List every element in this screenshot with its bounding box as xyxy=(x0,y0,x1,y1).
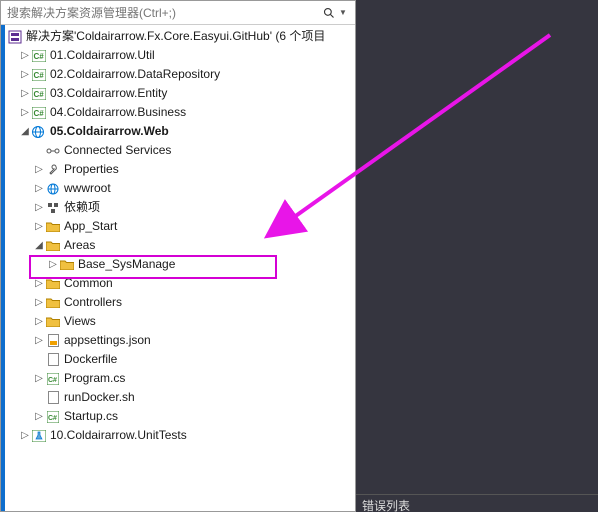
tree-item[interactable]: ▷ wwwroot xyxy=(1,179,355,198)
expand-icon[interactable]: ▷ xyxy=(33,179,45,198)
svg-text:C#: C# xyxy=(48,415,57,422)
expand-icon[interactable]: ▷ xyxy=(33,331,45,350)
item-label: Common xyxy=(64,274,113,293)
tree-item-web[interactable]: ◢ 05.Coldairarrow.Web xyxy=(1,122,355,141)
tree-item[interactable]: ▷ C# 04.Coldairarrow.Business xyxy=(1,103,355,122)
tree-item[interactable]: Connected Services xyxy=(1,141,355,160)
tree-item[interactable]: ▷ C# Startup.cs xyxy=(1,407,355,426)
tree-item-base-sysmanage[interactable]: ▷ Base_SysManage xyxy=(1,255,355,274)
svg-text:C#: C# xyxy=(48,377,57,384)
item-label: Controllers xyxy=(64,293,122,312)
tree-item[interactable]: Dockerfile xyxy=(1,350,355,369)
webproj-icon xyxy=(31,125,47,139)
folder-icon xyxy=(45,220,61,234)
tree-item[interactable]: ▷ C# Program.cs xyxy=(1,369,355,388)
item-label: Startup.cs xyxy=(64,407,118,426)
item-label: App_Start xyxy=(64,217,117,236)
search-bar: ▼ xyxy=(1,1,355,25)
item-label: 依赖项 xyxy=(64,198,100,217)
solution-icon xyxy=(7,30,23,44)
expand-icon[interactable]: ▷ xyxy=(33,217,45,236)
connected-services-icon xyxy=(45,144,61,158)
project-label: 04.Coldairarrow.Business xyxy=(50,103,186,122)
csproj-icon: C# xyxy=(31,106,47,120)
tree-item[interactable]: ▷ App_Start xyxy=(1,217,355,236)
expand-icon[interactable]: ▷ xyxy=(33,274,45,293)
tree-item[interactable]: ▷ C# 03.Coldairarrow.Entity xyxy=(1,84,355,103)
folder-icon xyxy=(45,296,61,310)
expand-icon[interactable]: ▷ xyxy=(33,312,45,331)
solution-explorer-panel: ▼ 解决方案'Coldairarrow.Fx.Core.Easyui.GitHu… xyxy=(0,0,356,512)
tree-item-areas[interactable]: ◢ Areas xyxy=(1,236,355,255)
expand-icon[interactable]: ▷ xyxy=(33,293,45,312)
expand-icon[interactable]: ▷ xyxy=(19,46,31,65)
item-label: wwwroot xyxy=(64,179,111,198)
tree-item[interactable]: ▷ 依赖项 xyxy=(1,198,355,217)
expand-icon[interactable]: ▷ xyxy=(19,84,31,103)
project-label: 05.Coldairarrow.Web xyxy=(50,122,169,141)
svg-text:C#: C# xyxy=(34,52,45,61)
item-label: Properties xyxy=(64,160,119,179)
item-label: Areas xyxy=(64,236,95,255)
solution-node[interactable]: 解决方案'Coldairarrow.Fx.Core.Easyui.GitHub'… xyxy=(1,27,355,46)
csproj-icon: C# xyxy=(31,49,47,63)
tree-item[interactable]: ▷ Properties xyxy=(1,160,355,179)
tree-item[interactable]: ▷ 10.Coldairarrow.UnitTests xyxy=(1,426,355,445)
project-label: 10.Coldairarrow.UnitTests xyxy=(50,426,187,445)
svg-text:C#: C# xyxy=(34,71,45,80)
folder-icon xyxy=(59,258,75,272)
tree-item[interactable]: ▷ C# 01.Coldairarrow.Util xyxy=(1,46,355,65)
tree-item[interactable]: ▷ Views xyxy=(1,312,355,331)
expand-icon[interactable]: ▷ xyxy=(33,198,45,217)
expand-icon[interactable]: ▷ xyxy=(47,255,59,274)
project-label: 03.Coldairarrow.Entity xyxy=(50,84,167,103)
expand-icon[interactable]: ▷ xyxy=(19,103,31,122)
expand-icon[interactable]: ▷ xyxy=(33,407,45,426)
svg-text:C#: C# xyxy=(34,109,45,118)
tree-item[interactable]: ▷ Common xyxy=(1,274,355,293)
testproj-icon xyxy=(31,429,47,443)
tree-item[interactable]: ▷ C# 02.Coldairarrow.DataRepository xyxy=(1,65,355,84)
tree-item[interactable]: ▷ Controllers xyxy=(1,293,355,312)
error-list-label: 错误列表 xyxy=(362,499,410,513)
solution-label: 解决方案'Coldairarrow.Fx.Core.Easyui.GitHub'… xyxy=(26,27,325,46)
item-label: runDocker.sh xyxy=(64,388,135,407)
csproj-icon: C# xyxy=(31,87,47,101)
collapse-icon[interactable]: ◢ xyxy=(33,236,45,255)
wrench-icon xyxy=(45,163,61,177)
file-icon xyxy=(45,353,61,367)
collapse-icon[interactable]: ◢ xyxy=(19,122,31,141)
file-icon xyxy=(45,391,61,405)
expand-icon[interactable]: ▷ xyxy=(33,369,45,388)
search-icon[interactable] xyxy=(319,7,339,19)
solution-tree[interactable]: 解决方案'Coldairarrow.Fx.Core.Easyui.GitHub'… xyxy=(1,25,355,511)
error-list-tab[interactable]: 错误列表 xyxy=(356,494,598,512)
folder-icon xyxy=(45,239,61,253)
expand-icon[interactable]: ▷ xyxy=(19,65,31,84)
cs-file-icon: C# xyxy=(45,372,61,386)
chevron-down-icon[interactable]: ▼ xyxy=(339,8,355,17)
csproj-icon: C# xyxy=(31,68,47,82)
right-dark-panel: 错误列表 xyxy=(356,0,598,512)
globe-icon xyxy=(45,182,61,196)
search-input[interactable] xyxy=(1,1,319,24)
dependencies-icon xyxy=(45,201,61,215)
tree-item[interactable]: runDocker.sh xyxy=(1,388,355,407)
expand-icon[interactable]: ▷ xyxy=(19,426,31,445)
expand-icon[interactable]: ▷ xyxy=(33,160,45,179)
json-file-icon xyxy=(45,334,61,348)
folder-icon xyxy=(45,277,61,291)
project-label: 01.Coldairarrow.Util xyxy=(50,46,155,65)
item-label: Dockerfile xyxy=(64,350,117,369)
project-label: 02.Coldairarrow.DataRepository xyxy=(50,65,220,84)
svg-text:C#: C# xyxy=(34,90,45,99)
item-label: Connected Services xyxy=(64,141,171,160)
item-label: Views xyxy=(64,312,96,331)
folder-icon xyxy=(45,315,61,329)
tree-item[interactable]: ▷ appsettings.json xyxy=(1,331,355,350)
item-label: Program.cs xyxy=(64,369,125,388)
cs-file-icon: C# xyxy=(45,410,61,424)
item-label: Base_SysManage xyxy=(78,255,175,274)
item-label: appsettings.json xyxy=(64,331,151,350)
